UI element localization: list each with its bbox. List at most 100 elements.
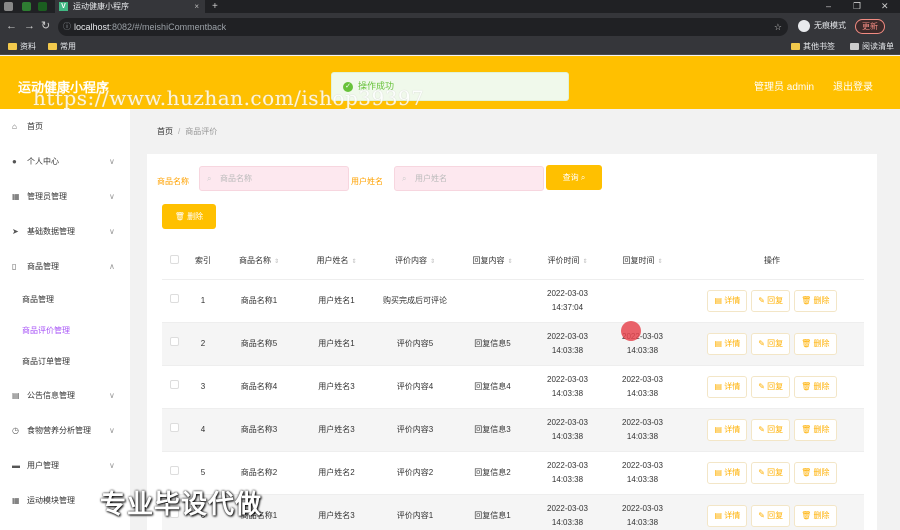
site-info-icon[interactable]: ⓘ xyxy=(63,18,71,36)
user-cell: 用户姓名3 xyxy=(298,408,375,452)
submenu-item-product-reviews[interactable]: 商品评价管理 xyxy=(0,321,130,341)
user-name-input[interactable]: ⌕ 用户姓名 xyxy=(394,166,544,191)
table-row: 5 商品名称2 用户姓名2 评价内容2 回复信息2 2022-03-03 14:03:38… xyxy=(162,451,864,495)
window-close-button[interactable]: ✕ xyxy=(881,0,889,13)
delete-button[interactable]: 🗑 删除 xyxy=(794,461,837,484)
sidebar-item-products[interactable]: ▯ 商品管理 ∧ xyxy=(0,257,130,277)
new-tab-button[interactable]: + xyxy=(212,0,218,13)
select-all-checkbox[interactable] xyxy=(169,254,179,264)
logout-link[interactable]: 退出登录 xyxy=(833,78,873,93)
submenu-item-product-orders[interactable]: 商品订单管理 xyxy=(0,352,130,372)
forward-arrow-icon[interactable]: → xyxy=(24,19,35,33)
detail-button[interactable]: ▤ 详情 xyxy=(707,418,748,441)
reading-list[interactable]: 阅读清单 xyxy=(850,40,894,54)
col-reply-time[interactable]: 回复时间 ⇕ xyxy=(605,242,680,280)
folder-icon xyxy=(791,43,800,50)
actions-cell: ▤ 详情 ✎ 回复 🗑 删除 xyxy=(680,494,864,530)
watermark-url: https://www.huzhan.com/ishop39397 xyxy=(33,86,425,110)
pinned-tab-icon-2[interactable] xyxy=(38,2,47,11)
bookmark-label: 资料 xyxy=(20,42,36,51)
sort-icon[interactable]: ⇕ xyxy=(582,259,587,265)
detail-button[interactable]: ▤ 详情 xyxy=(707,461,748,484)
reply-button[interactable]: ✎ 回复 xyxy=(751,289,791,312)
row-checkbox[interactable] xyxy=(169,465,179,475)
row-checkbox[interactable] xyxy=(169,379,179,389)
comment-cell: 评价内容2 xyxy=(375,451,455,495)
delete-button[interactable]: 🗑 删除 xyxy=(794,418,837,441)
delete-button[interactable]: 🗑 删除 xyxy=(794,332,837,355)
browser-tab-active[interactable]: V 运动健康小程序 × xyxy=(55,0,205,13)
batch-delete-button[interactable]: 🗑 删除 xyxy=(162,204,216,229)
reload-icon[interactable]: ↻ xyxy=(41,19,50,33)
sidebar-item-home[interactable]: ⌂ 首页 xyxy=(0,117,130,137)
sidebar-item-users[interactable]: ▬ 用户管理 ∨ xyxy=(0,456,130,476)
sidebar-item-nutrition[interactable]: ◷ 食物营养分析管理 ∨ xyxy=(0,421,130,441)
delete-button[interactable]: 🗑 删除 xyxy=(794,375,837,398)
reply-cell: 回复信息2 xyxy=(455,451,530,495)
reply-cell: 回复信息1 xyxy=(455,494,530,530)
detail-button[interactable]: ▤ 详情 xyxy=(707,289,748,312)
reply-button[interactable]: ✎ 回复 xyxy=(751,461,791,484)
col-user[interactable]: 用户姓名 ⇕ xyxy=(298,242,375,280)
sidebar-item-admin[interactable]: ▦ 管理员管理 ∨ xyxy=(0,187,130,207)
bookmark-folder-ziliao[interactable]: 资料 xyxy=(8,40,36,54)
breadcrumb: 首页 / 商品评价 xyxy=(157,126,217,137)
folder-icon xyxy=(48,43,57,50)
product-cell: 商品名称5 xyxy=(220,322,298,366)
sort-icon[interactable]: ⇕ xyxy=(657,259,662,265)
reply-button[interactable]: ✎ 回复 xyxy=(751,332,791,355)
sidebar-item-basic-data[interactable]: ➤ 基础数据管理 ∨ xyxy=(0,222,130,242)
url-field[interactable]: ⓘ localhost:8082/#/meishiCommentback ☆ xyxy=(58,18,788,36)
col-product[interactable]: 商品名称 ⇕ xyxy=(220,242,298,280)
sidebar-item-profile[interactable]: ● 个人中心 ∨ xyxy=(0,152,130,172)
header-label: 回复内容 xyxy=(472,255,505,265)
index-cell: 1 xyxy=(186,279,220,323)
sort-icon[interactable]: ⇕ xyxy=(274,259,279,265)
row-checkbox[interactable] xyxy=(169,336,179,346)
product-name-label: 商品名称 xyxy=(157,177,189,186)
product-cell: 商品名称1 xyxy=(220,279,298,323)
bookmark-star-icon[interactable]: ☆ xyxy=(774,18,782,36)
reply-button[interactable]: ✎ 回复 xyxy=(751,375,791,398)
col-index: 索引 xyxy=(186,242,220,280)
minimize-button[interactable]: – xyxy=(826,0,831,13)
maximize-button[interactable]: ❐ xyxy=(853,0,861,13)
row-checkbox[interactable] xyxy=(169,293,179,303)
col-comment-time[interactable]: 评价时间 ⇕ xyxy=(530,242,605,280)
reply-button[interactable]: ✎ 回复 xyxy=(751,504,791,527)
submenu-item-products[interactable]: 商品管理 xyxy=(0,290,130,310)
browser-menu-icon[interactable] xyxy=(4,2,13,11)
row-select-cell xyxy=(162,279,186,323)
col-comment[interactable]: 评价内容 ⇕ xyxy=(375,242,455,280)
query-button[interactable]: 查询 ⌕ xyxy=(546,165,602,190)
reply-button[interactable]: ✎ 回复 xyxy=(751,418,791,441)
tab-close-icon[interactable]: × xyxy=(194,0,199,13)
sort-icon[interactable]: ⇕ xyxy=(507,259,512,265)
reply-cell xyxy=(455,279,530,323)
detail-button[interactable]: ▤ 详情 xyxy=(707,504,748,527)
row-checkbox[interactable] xyxy=(169,422,179,432)
breadcrumb-home[interactable]: 首页 xyxy=(157,127,173,136)
breadcrumb-current: 商品评价 xyxy=(185,127,218,136)
chevron-down-icon: ∨ xyxy=(109,426,115,435)
delete-button[interactable]: 🗑 删除 xyxy=(794,504,837,527)
sort-icon[interactable]: ⇕ xyxy=(351,259,356,265)
back-arrow-icon[interactable]: ← xyxy=(6,19,17,33)
bookmark-folder-changyong[interactable]: 常用 xyxy=(48,40,76,54)
detail-button[interactable]: ▤ 详情 xyxy=(707,375,748,398)
search-icon: ⌕ xyxy=(207,174,212,183)
update-button[interactable]: 更新 xyxy=(855,19,885,34)
delete-button[interactable]: 🗑 删除 xyxy=(794,289,837,312)
pinned-tab-icon[interactable] xyxy=(22,2,31,11)
col-reply[interactable]: 回复内容 ⇕ xyxy=(455,242,530,280)
incognito-label: 无痕模式 xyxy=(814,21,846,30)
bookmark-folder-other[interactable]: 其他书签 xyxy=(791,40,835,54)
sort-icon[interactable]: ⇕ xyxy=(430,259,435,265)
sidebar-item-label: 食物营养分析管理 xyxy=(27,426,91,435)
product-cell: 商品名称3 xyxy=(220,408,298,452)
clock-icon: ◷ xyxy=(12,426,19,435)
product-name-input[interactable]: ⌕ 商品名称 xyxy=(199,166,349,191)
sidebar-item-notices[interactable]: ▤ 公告信息管理 ∨ xyxy=(0,386,130,406)
detail-button[interactable]: ▤ 详情 xyxy=(707,332,748,355)
incognito-indicator[interactable]: 无痕模式 xyxy=(796,19,846,33)
